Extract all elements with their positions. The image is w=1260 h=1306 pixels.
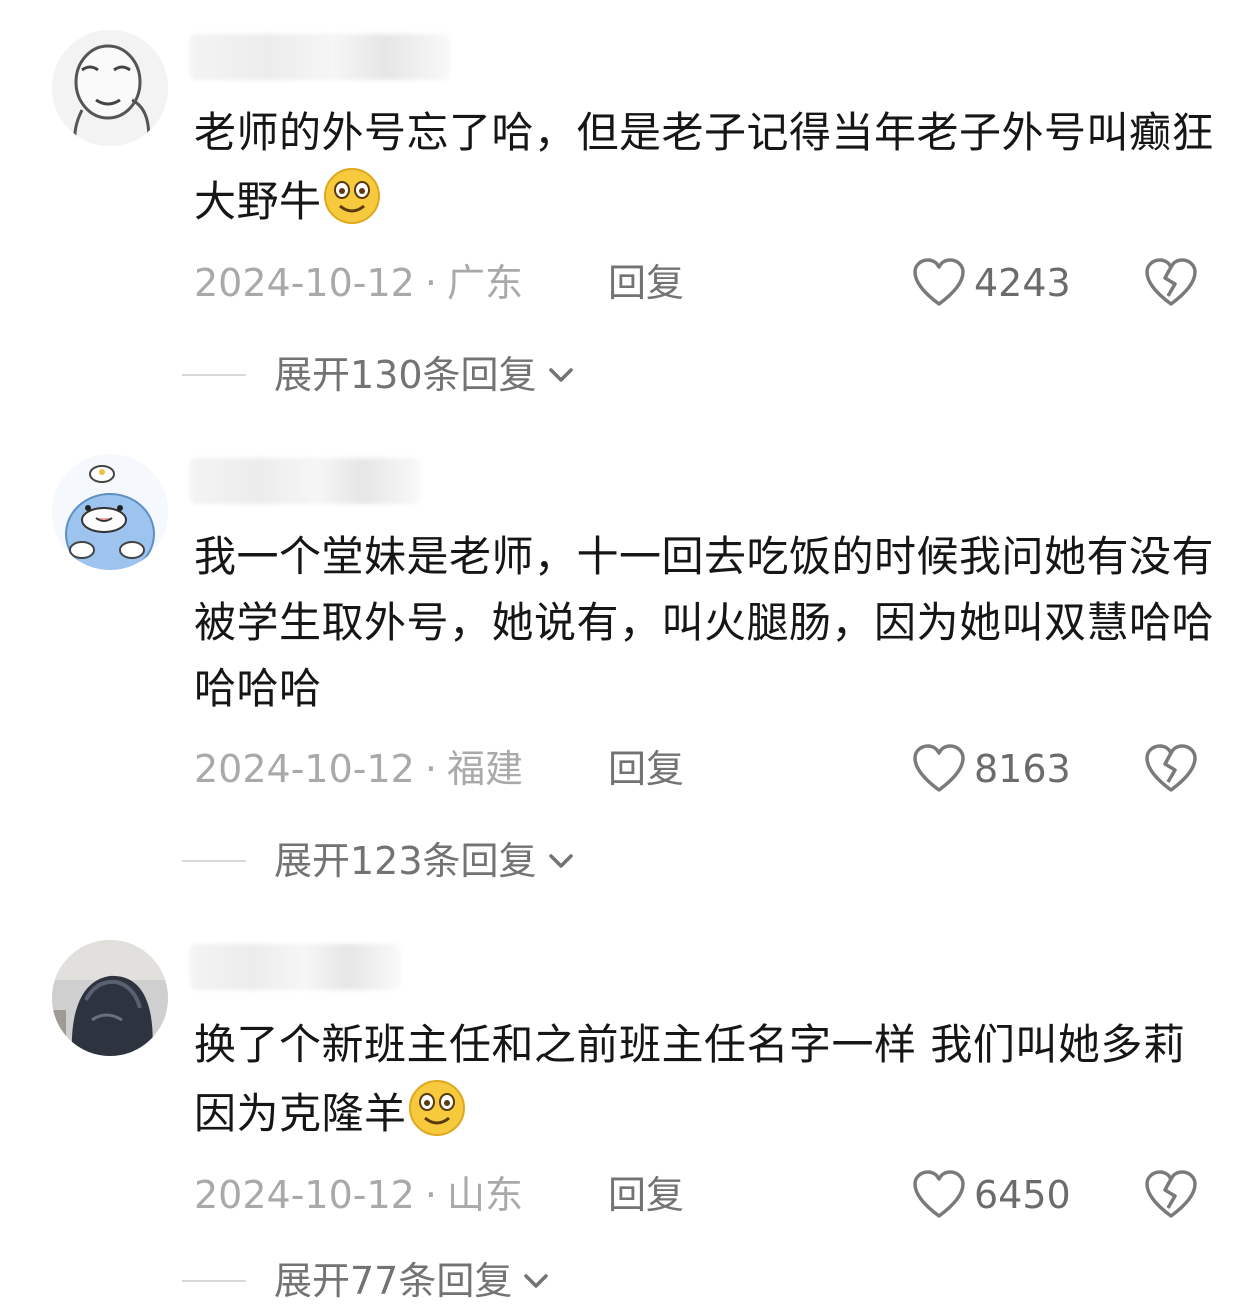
- chevron-down-icon: [524, 1274, 549, 1288]
- broken-heart-icon: [1145, 258, 1197, 306]
- dislike-button[interactable]: [1144, 1170, 1198, 1220]
- like-count: 4243: [974, 261, 1071, 305]
- like-button[interactable]: 4243: [912, 258, 1071, 308]
- comment-location: 山东: [446, 1173, 523, 1217]
- broken-heart-icon: [1145, 744, 1197, 792]
- comment-meta: 2024-10-12 · 福建: [194, 744, 523, 794]
- chevron-down-icon: [548, 368, 573, 382]
- expand-replies-button[interactable]: 展开77条回复: [182, 1256, 554, 1306]
- heart-outline-icon: [913, 744, 965, 792]
- heart-outline-icon: [913, 258, 965, 306]
- expand-replies-label: 展开77条回复: [274, 1259, 513, 1303]
- like-button[interactable]: 6450: [912, 1170, 1071, 1220]
- comment-text: 我一个堂妹是老师，十一回去吃饭的时候我问她有没有被学生取外号，她说有，叫火腿肠，…: [194, 524, 1214, 722]
- like-count: 6450: [974, 1173, 1071, 1217]
- divider-line: [182, 860, 246, 862]
- comment-text-body: 我一个堂妹是老师，十一回去吃饭的时候我问她有没有被学生取外号，她说有，叫火腿肠，…: [194, 532, 1215, 713]
- like-count: 8163: [974, 747, 1071, 791]
- comment-text: 老师的外号忘了哈，但是老子记得当年老子外号叫癫狂大野牛: [194, 100, 1214, 235]
- divider-line: [182, 1280, 246, 1282]
- reply-button[interactable]: 回复: [608, 744, 684, 794]
- username-blurred[interactable]: [190, 944, 400, 990]
- smiling-face-emoji: [323, 168, 380, 224]
- like-button[interactable]: 8163: [912, 744, 1071, 794]
- dislike-button[interactable]: [1144, 744, 1198, 794]
- comment-location: 广东: [446, 261, 523, 305]
- chevron-down-icon: [548, 854, 573, 868]
- smiling-face-emoji: [408, 1080, 465, 1136]
- expand-replies-label: 展开130条回复: [274, 353, 537, 397]
- dislike-button[interactable]: [1144, 258, 1198, 308]
- comment-location: 福建: [446, 747, 523, 791]
- comment-date: 2024-10-12: [194, 261, 415, 305]
- comment-date: 2024-10-12: [194, 747, 415, 791]
- heart-outline-icon: [913, 1170, 965, 1218]
- expand-replies-button[interactable]: 展开130条回复: [182, 350, 579, 400]
- comment-date: 2024-10-12: [194, 1173, 415, 1217]
- meta-separator: ·: [424, 747, 437, 791]
- comment-meta: 2024-10-12 · 山东: [194, 1170, 523, 1220]
- username-blurred[interactable]: [190, 34, 450, 80]
- broken-heart-icon: [1145, 1170, 1197, 1218]
- expand-replies-label: 展开123条回复: [274, 839, 537, 883]
- reply-button[interactable]: 回复: [608, 1170, 684, 1220]
- avatar[interactable]: [52, 454, 168, 570]
- avatar[interactable]: [52, 30, 168, 146]
- comment-text: 换了个新班主任和之前班主任名字一样 我们叫她多莉 因为克隆羊: [194, 1012, 1214, 1147]
- username-blurred[interactable]: [190, 458, 420, 504]
- meta-separator: ·: [424, 261, 437, 305]
- reply-button[interactable]: 回复: [608, 258, 684, 308]
- comment-text-body: 换了个新班主任和之前班主任名字一样 我们叫她多莉 因为克隆羊: [194, 1020, 1186, 1138]
- avatar[interactable]: [52, 940, 168, 1056]
- expand-replies-button[interactable]: 展开123条回复: [182, 836, 579, 886]
- divider-line: [182, 374, 246, 376]
- comment-meta: 2024-10-12 · 广东: [194, 258, 523, 308]
- meta-separator: ·: [424, 1173, 437, 1217]
